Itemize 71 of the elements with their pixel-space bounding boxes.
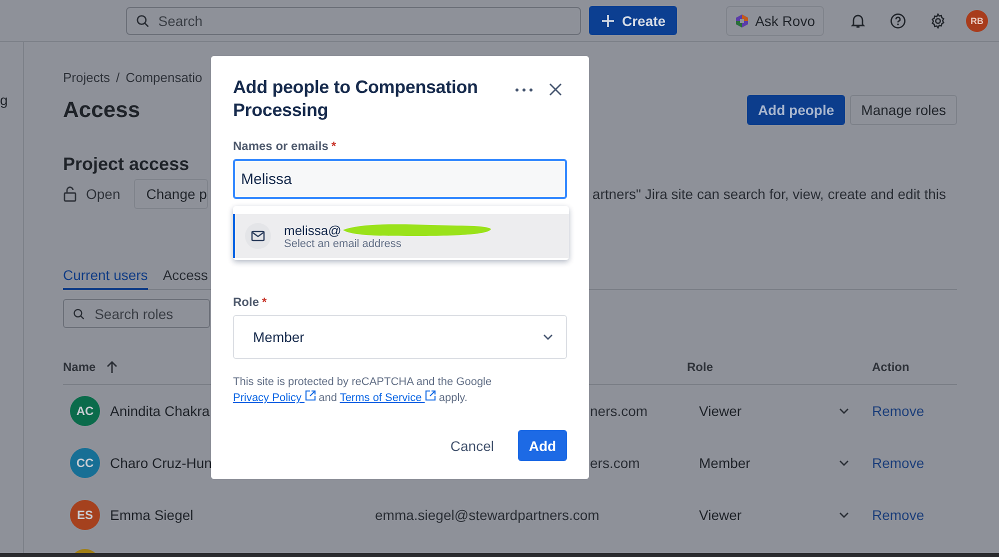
option-hint: Select an email address [284, 238, 402, 250]
ask-rovo-button[interactable]: Ask Rovo [726, 6, 824, 36]
privacy-policy-link[interactable]: Privacy Policy [233, 392, 316, 404]
remove-link[interactable]: Remove [872, 403, 924, 419]
breadcrumb-separator: / [116, 70, 120, 85]
role-select[interactable]: Member [233, 315, 567, 359]
tab[interactable]: Access [162, 267, 208, 289]
column-header: Role [687, 360, 714, 374]
names-input-field[interactable]: Melissa [233, 159, 567, 199]
lock-icon [63, 186, 77, 202]
role-value[interactable]: Viewer [699, 403, 742, 419]
breadcrumb-link[interactable]: Projects [63, 70, 110, 85]
cancel-button[interactable]: Cancel [444, 430, 500, 461]
user-name: Charo Cruz-Hun [110, 455, 212, 471]
role-value[interactable]: Viewer [699, 507, 742, 523]
sort-arrow-icon[interactable] [106, 360, 118, 374]
remove-link[interactable]: Remove [872, 455, 924, 471]
avatar: AC [70, 396, 100, 426]
breadcrumb-link[interactable]: Compensatio [126, 70, 202, 85]
plus-icon [601, 14, 615, 28]
email-text: melissa@ [284, 222, 342, 238]
remove-link[interactable]: Remove [872, 507, 924, 523]
user-name: Anindita Chakra [110, 403, 210, 419]
create-button[interactable]: Create [589, 6, 677, 35]
required-mark: * [331, 139, 336, 153]
recaptcha-notice: This site is protected by reCAPTCHA and the Google Privacy Policy and Terms of Service apply. [233, 375, 493, 406]
field-label: Role [233, 295, 260, 309]
search-roles-input[interactable]: Search roles [92, 304, 209, 322]
help-icon[interactable] [890, 12, 906, 28]
hexagon-logo-icon [735, 14, 750, 28]
user-avatar[interactable]: RB [966, 10, 988, 32]
add-button[interactable]: Add [518, 430, 567, 461]
close-icon[interactable] [549, 83, 562, 96]
page-title: Access [63, 97, 140, 123]
column-header[interactable]: Name [63, 360, 96, 374]
terms-of-service-link[interactable]: Terms of Service [340, 392, 436, 404]
external-link-icon [304, 390, 316, 401]
user-email: ners.com [590, 403, 648, 419]
user-email: ers.com [590, 455, 640, 471]
dialog-title: Add people to Compensation Processing [233, 76, 479, 122]
avatar: CC [70, 448, 100, 478]
sidebar-text: g [0, 92, 8, 108]
search-roles-field[interactable]: Search roles [63, 299, 210, 328]
search-input[interactable]: Search [156, 12, 580, 30]
external-link-icon [424, 390, 436, 401]
manage-roles-button[interactable]: Manage roles [850, 95, 957, 125]
section-heading: Project access [63, 154, 190, 175]
chevron-down-icon[interactable] [838, 459, 850, 467]
tab[interactable]: Current users [63, 267, 148, 290]
chevron-down-icon[interactable] [838, 511, 850, 519]
search-icon [73, 306, 85, 320]
access-description: artners" Jira site can search for, view, create and edit this [592, 186, 946, 202]
search-field[interactable]: Search [126, 6, 581, 34]
bell-icon[interactable] [850, 12, 866, 28]
change-button[interactable]: Change p [134, 179, 208, 209]
more-icon[interactable] [515, 88, 533, 92]
settings-icon[interactable] [930, 12, 946, 28]
search-icon [136, 14, 150, 28]
add-people-button[interactable]: Add people [746, 95, 846, 125]
user-email: emma.siegel@stewardpartners.com [375, 507, 600, 523]
chevron-down-icon[interactable] [838, 407, 850, 415]
required-mark: * [262, 295, 267, 309]
role-value[interactable]: Member [699, 455, 750, 471]
envelope-icon [245, 223, 271, 249]
avatar: ES [70, 500, 100, 530]
suggestion-option[interactable]: melissa@ Select an email address [233, 214, 569, 258]
field-label: Names or emails [233, 139, 328, 153]
user-name: Emma Siegel [110, 507, 194, 523]
access-status: Open [86, 186, 120, 202]
column-header: Action [872, 360, 910, 374]
chevron-down-icon [542, 333, 554, 341]
